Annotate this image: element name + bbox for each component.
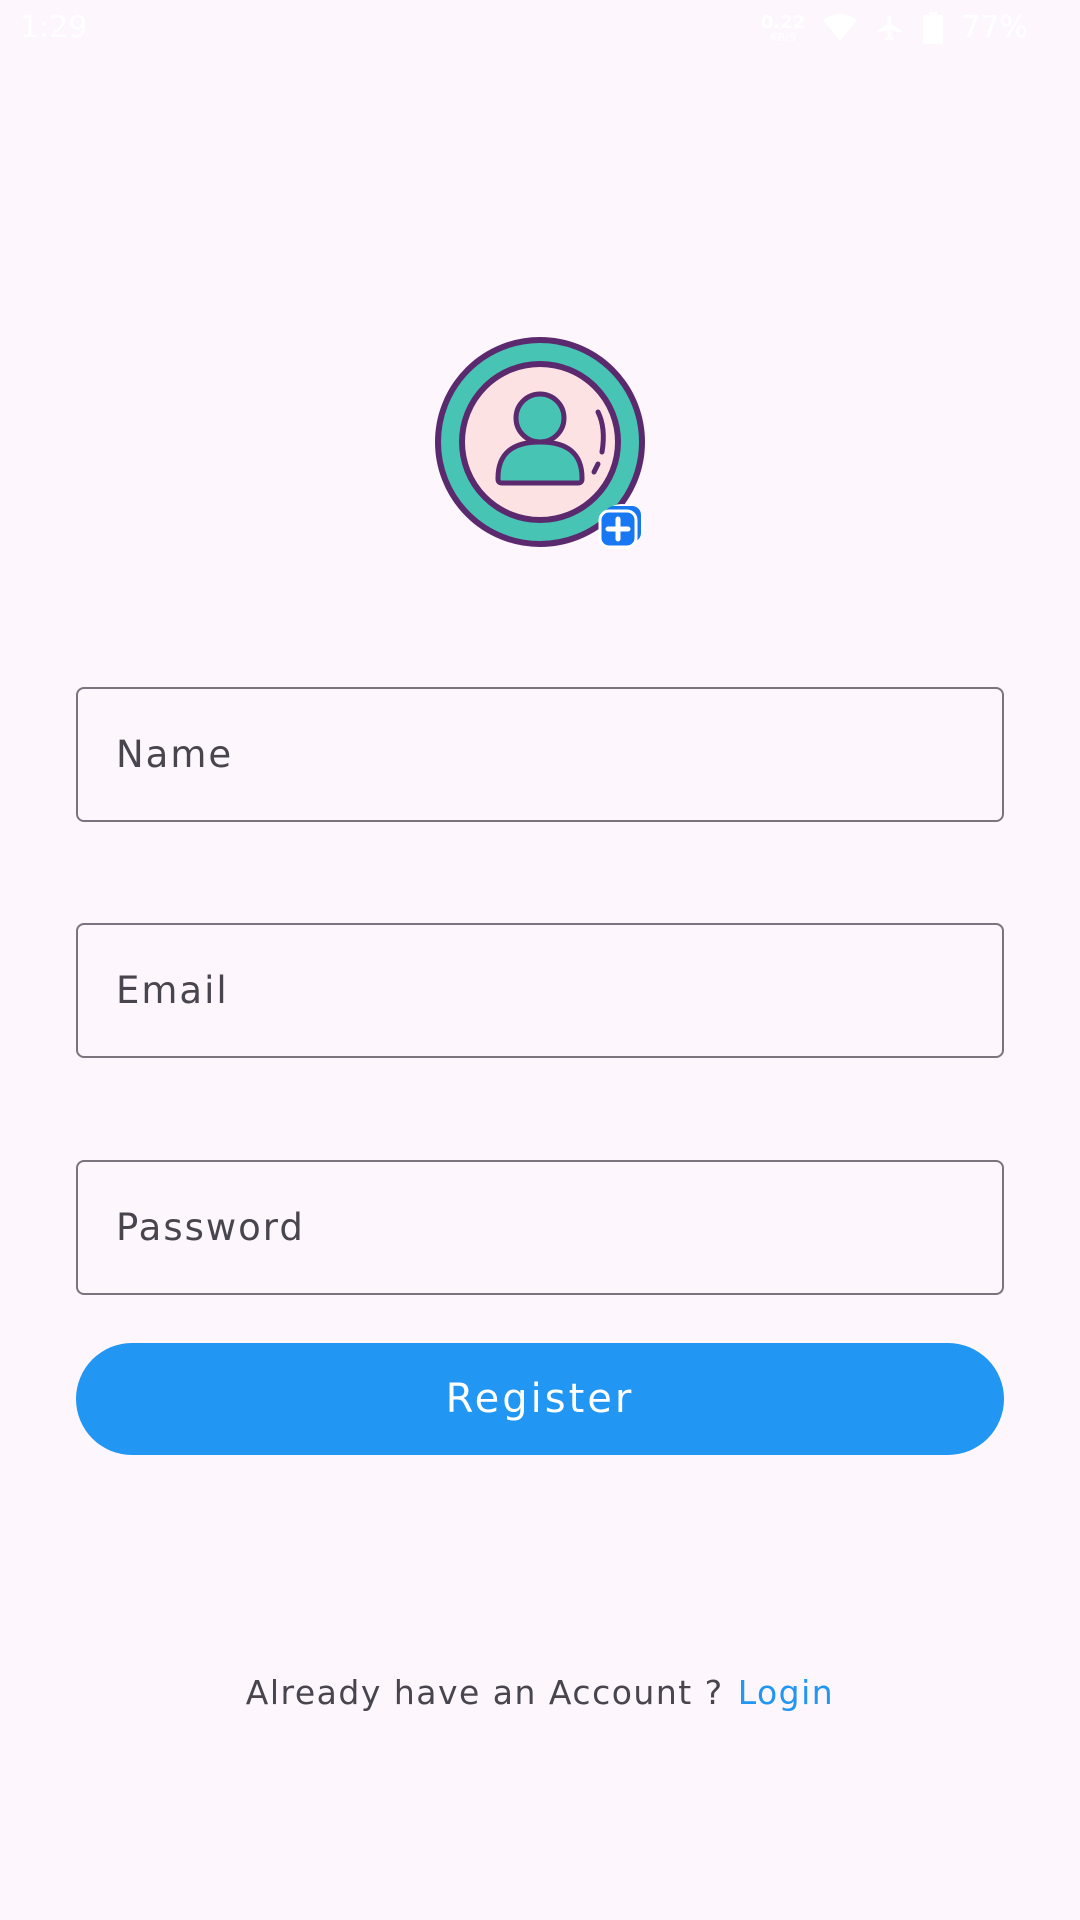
airplane-icon <box>875 13 905 43</box>
network-speed-unit: KB/S <box>770 30 796 44</box>
battery-percent: 77% <box>961 10 1028 45</box>
status-bar: 1:29 0.22 KB/S 77% <box>0 0 1080 56</box>
email-field[interactable]: Email <box>76 923 1004 1058</box>
wifi-icon <box>823 14 858 42</box>
user-avatar-icon <box>435 337 645 549</box>
login-link[interactable]: Login <box>738 1673 835 1712</box>
profile-image-picker[interactable] <box>434 336 650 552</box>
battery-icon <box>923 12 944 44</box>
register-button[interactable]: Register <box>76 1343 1004 1455</box>
login-prompt: Already have an Account ? Login <box>0 1667 1080 1717</box>
network-speed-value: 0.22 <box>760 11 806 33</box>
register-screen: 1:29 0.22 KB/S 77% Name Email Password R… <box>0 0 1080 1920</box>
login-prompt-text: Already have an Account ? <box>245 1672 724 1712</box>
name-field[interactable]: Name <box>76 687 1004 822</box>
status-time: 1:29 <box>20 10 88 45</box>
password-placeholder: Password <box>116 1206 305 1249</box>
network-speed: 0.22 KB/S <box>760 11 806 44</box>
email-placeholder: Email <box>116 969 229 1012</box>
status-icons: 0.22 KB/S 77% <box>761 10 1028 46</box>
add-photo-icon[interactable] <box>598 504 644 549</box>
password-field[interactable]: Password <box>76 1160 1004 1295</box>
name-placeholder: Name <box>116 733 234 776</box>
